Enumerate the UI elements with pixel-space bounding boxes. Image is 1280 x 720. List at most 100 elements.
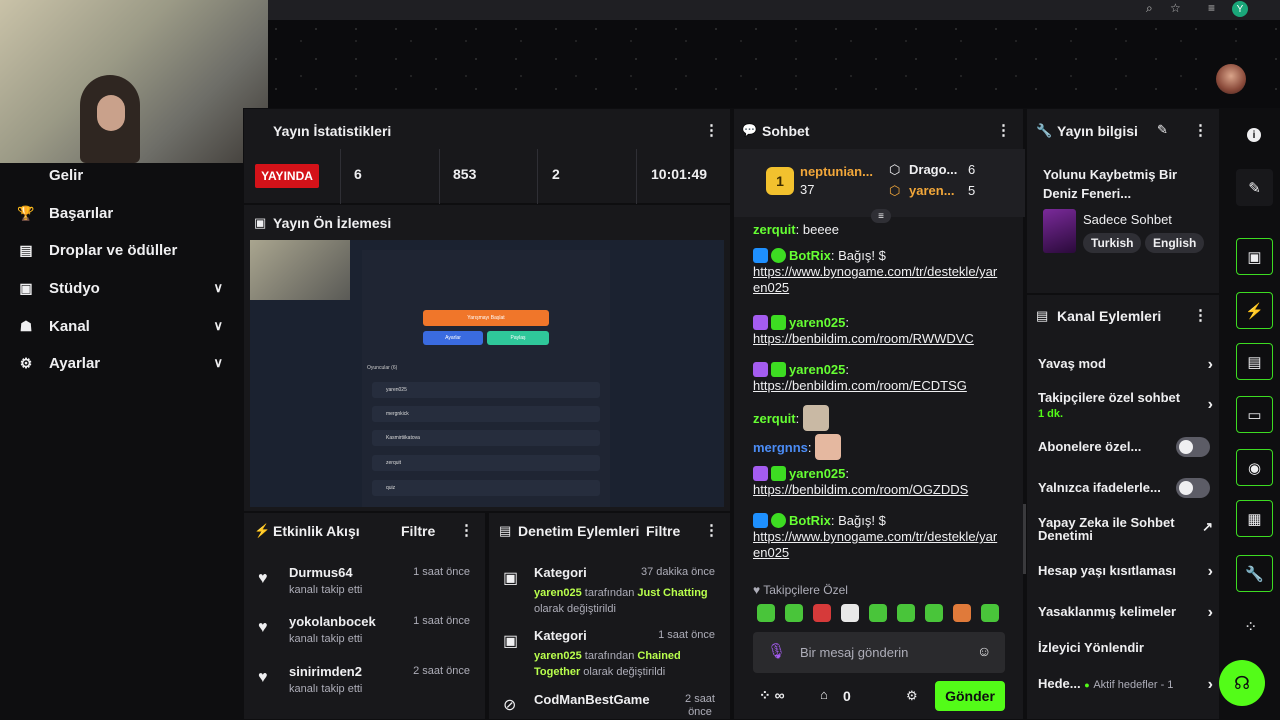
info-icon[interactable]: i <box>1247 128 1261 142</box>
avatar[interactable]: Y <box>1232 1 1248 17</box>
header-banner <box>268 20 1280 108</box>
more-options-icon[interactable]: ⋮ <box>1193 121 1208 139</box>
wrench-icon: 🔧 <box>1036 123 1053 138</box>
chat-input-placeholder: Bir mesaj gönderin <box>800 645 909 660</box>
filter-button[interactable]: Filtre <box>401 523 435 539</box>
followers-only-row[interactable]: Takipçilere özel sohbet 1 dk. › <box>1038 390 1213 424</box>
external-link-icon: ↗ <box>1202 519 1213 534</box>
sub-badge <box>771 315 786 330</box>
document-icon[interactable]: ▤ <box>1236 343 1273 380</box>
chat-link[interactable]: https://www.bynogame.com/tr/destekle/yar… <box>753 529 997 560</box>
leader-name[interactable]: yaren... <box>909 183 955 198</box>
support-icon[interactable]: ☊ <box>1219 660 1265 706</box>
banned-words-row[interactable]: Yasaklanmış kelimeler › <box>1038 604 1213 624</box>
ban-icon: ⊘ <box>503 697 517 714</box>
panel-title: Kanal Eylemleri <box>1057 308 1162 324</box>
slow-mode-row[interactable]: Yavaş mod › <box>1038 356 1213 376</box>
chevron-down-icon: ∨ <box>213 318 223 333</box>
subscribers-only-toggle[interactable] <box>1176 437 1210 457</box>
sidebar-item-ayarlar[interactable]: ⚙ Ayarlar ∨ <box>0 347 243 379</box>
collapse-icon[interactable]: ≡ <box>871 209 891 223</box>
players-label: Oyuncular (6) <box>367 365 398 371</box>
more-options-icon[interactable]: ⋮ <box>704 521 719 539</box>
zoom-icon[interactable]: ⌕ <box>1146 1 1153 16</box>
ai-moderation-row[interactable]: Yapay Zeka ile Sohbet Denetimi ↗ <box>1038 516 1213 546</box>
broadcast-icon[interactable]: ◉ <box>1236 449 1273 486</box>
chat-message: yaren025: https://benbildim.com/room/RWW… <box>753 315 974 346</box>
activity-user[interactable]: Durmus64 <box>289 565 353 580</box>
wrench-icon[interactable]: 🔧 <box>1236 555 1273 592</box>
goals-row[interactable]: Hede... ● Aktif hedefler - 1 › <box>1038 676 1213 696</box>
chat-link[interactable]: https://www.bynogame.com/tr/destekle/yar… <box>753 264 997 295</box>
leader-name[interactable]: neptunian... <box>800 164 873 179</box>
mic-icon[interactable]: 🎙 <box>767 642 786 660</box>
cat-emote <box>802 405 829 431</box>
gear-icon[interactable]: ⚙ <box>906 688 918 704</box>
raid-row[interactable]: İzleyici Yönlendir <box>1038 640 1213 660</box>
dashboard-icon[interactable]: ▦ <box>1236 500 1273 537</box>
more-options-icon[interactable]: ⋮ <box>1193 306 1208 324</box>
stream-preview[interactable]: Yarışmayı Başlat Ayarlar Paylaş Oyuncula… <box>250 240 724 507</box>
sidebar-item-label: Droplar ve ödüller <box>49 241 178 259</box>
sidebar-item-gelir[interactable]: Gelir <box>0 159 243 191</box>
chat-link[interactable]: https://benbildim.com/room/OGZDDS <box>753 482 968 497</box>
rank-badge: 1 <box>766 167 794 195</box>
activity-time: 1 saat önce <box>413 615 470 627</box>
chat-input[interactable]: 🎙 Bir mesaj gönderin ☺ <box>753 632 1005 673</box>
more-options-icon[interactable]: ⋮ <box>996 121 1011 139</box>
send-button[interactable]: Gönder <box>935 681 1005 711</box>
stat-uptime: 10:01:49 <box>651 166 708 182</box>
chat-message: zerquit: <box>753 405 1003 431</box>
edit-icon[interactable]: ✎ <box>1157 122 1168 138</box>
emote-picker-row[interactable] <box>757 604 1009 625</box>
player-row: quiz <box>372 480 600 496</box>
store-icon: ⌂ <box>820 687 828 702</box>
stat-viewers: 6 <box>354 166 362 182</box>
account-age-row[interactable]: Hesap yaşı kısıtlaması › <box>1038 563 1213 583</box>
category-thumbnail[interactable] <box>1043 209 1076 253</box>
chat-link[interactable]: https://benbildim.com/room/RWWDVC <box>753 331 974 346</box>
sidebar-item-label: Başarılar <box>49 204 114 222</box>
chat-message: mergnns: <box>753 434 1003 460</box>
subscribers-only-row: Abonelere özel... <box>1038 437 1213 459</box>
menu-icon[interactable]: ≡ <box>1208 1 1215 15</box>
star-icon[interactable]: ☆ <box>1170 1 1181 15</box>
chat-icon[interactable]: ▭ <box>1236 396 1273 433</box>
profile-avatar[interactable] <box>1216 64 1246 94</box>
sidebar: Gelir 🏆 Başarılar ▤ Droplar ve ödüller ▣… <box>0 163 243 720</box>
leader-name[interactable]: Drago... <box>909 162 957 177</box>
player-row: zerquit <box>372 455 600 471</box>
camera-icon[interactable]: ▣ <box>1236 238 1273 275</box>
mod-time: 37 dakika önce <box>641 566 715 578</box>
live-badge: YAYINDA <box>255 164 319 188</box>
chevron-right-icon: › <box>1207 396 1213 413</box>
panel-title: Yayın İstatistikleri <box>273 123 392 139</box>
sidebar-item-droplar[interactable]: ▤ Droplar ve ödüller <box>0 234 243 266</box>
activity-user[interactable]: sinirimden2 <box>289 664 362 679</box>
more-options-icon[interactable]: ⋮ <box>459 521 474 539</box>
tag[interactable]: Turkish <box>1083 233 1142 253</box>
category-name[interactable]: Sadece Sohbet <box>1083 212 1172 227</box>
gear-icon: ⚙ <box>19 354 33 371</box>
sidebar-item-kanal[interactable]: ☗ Kanal ∨ <box>0 310 243 342</box>
sidebar-item-studyo[interactable]: ▣ Stüdyo ∨ <box>0 272 243 304</box>
chat-link[interactable]: https://benbildim.com/room/ECDTSG <box>753 378 967 393</box>
tag[interactable]: English <box>1145 233 1205 253</box>
sub-badge <box>771 466 786 481</box>
sidebar-item-basarilar[interactable]: 🏆 Başarılar <box>0 197 243 229</box>
player-row: mergnkick <box>372 406 600 422</box>
lightning-icon[interactable]: ⚡ <box>1236 292 1273 329</box>
leader-icon: ⬡ <box>889 162 901 177</box>
verified-badge <box>771 248 786 263</box>
panel-title: Etkinlik Akışı <box>273 523 360 539</box>
emote-only-toggle[interactable] <box>1176 478 1210 498</box>
activity-time: 1 saat önce <box>413 566 470 578</box>
apps-icon[interactable]: ⁘ <box>1244 617 1257 637</box>
trophy-icon: 🏆 <box>17 204 35 221</box>
emoji-icon[interactable]: ☺ <box>977 643 991 659</box>
gift-icon: ▤ <box>19 241 33 258</box>
filter-button[interactable]: Filtre <box>646 523 680 539</box>
more-options-icon[interactable]: ⋮ <box>704 121 719 139</box>
edit-icon[interactable]: ✎ <box>1236 169 1273 206</box>
activity-user[interactable]: yokolanbocek <box>289 614 376 629</box>
